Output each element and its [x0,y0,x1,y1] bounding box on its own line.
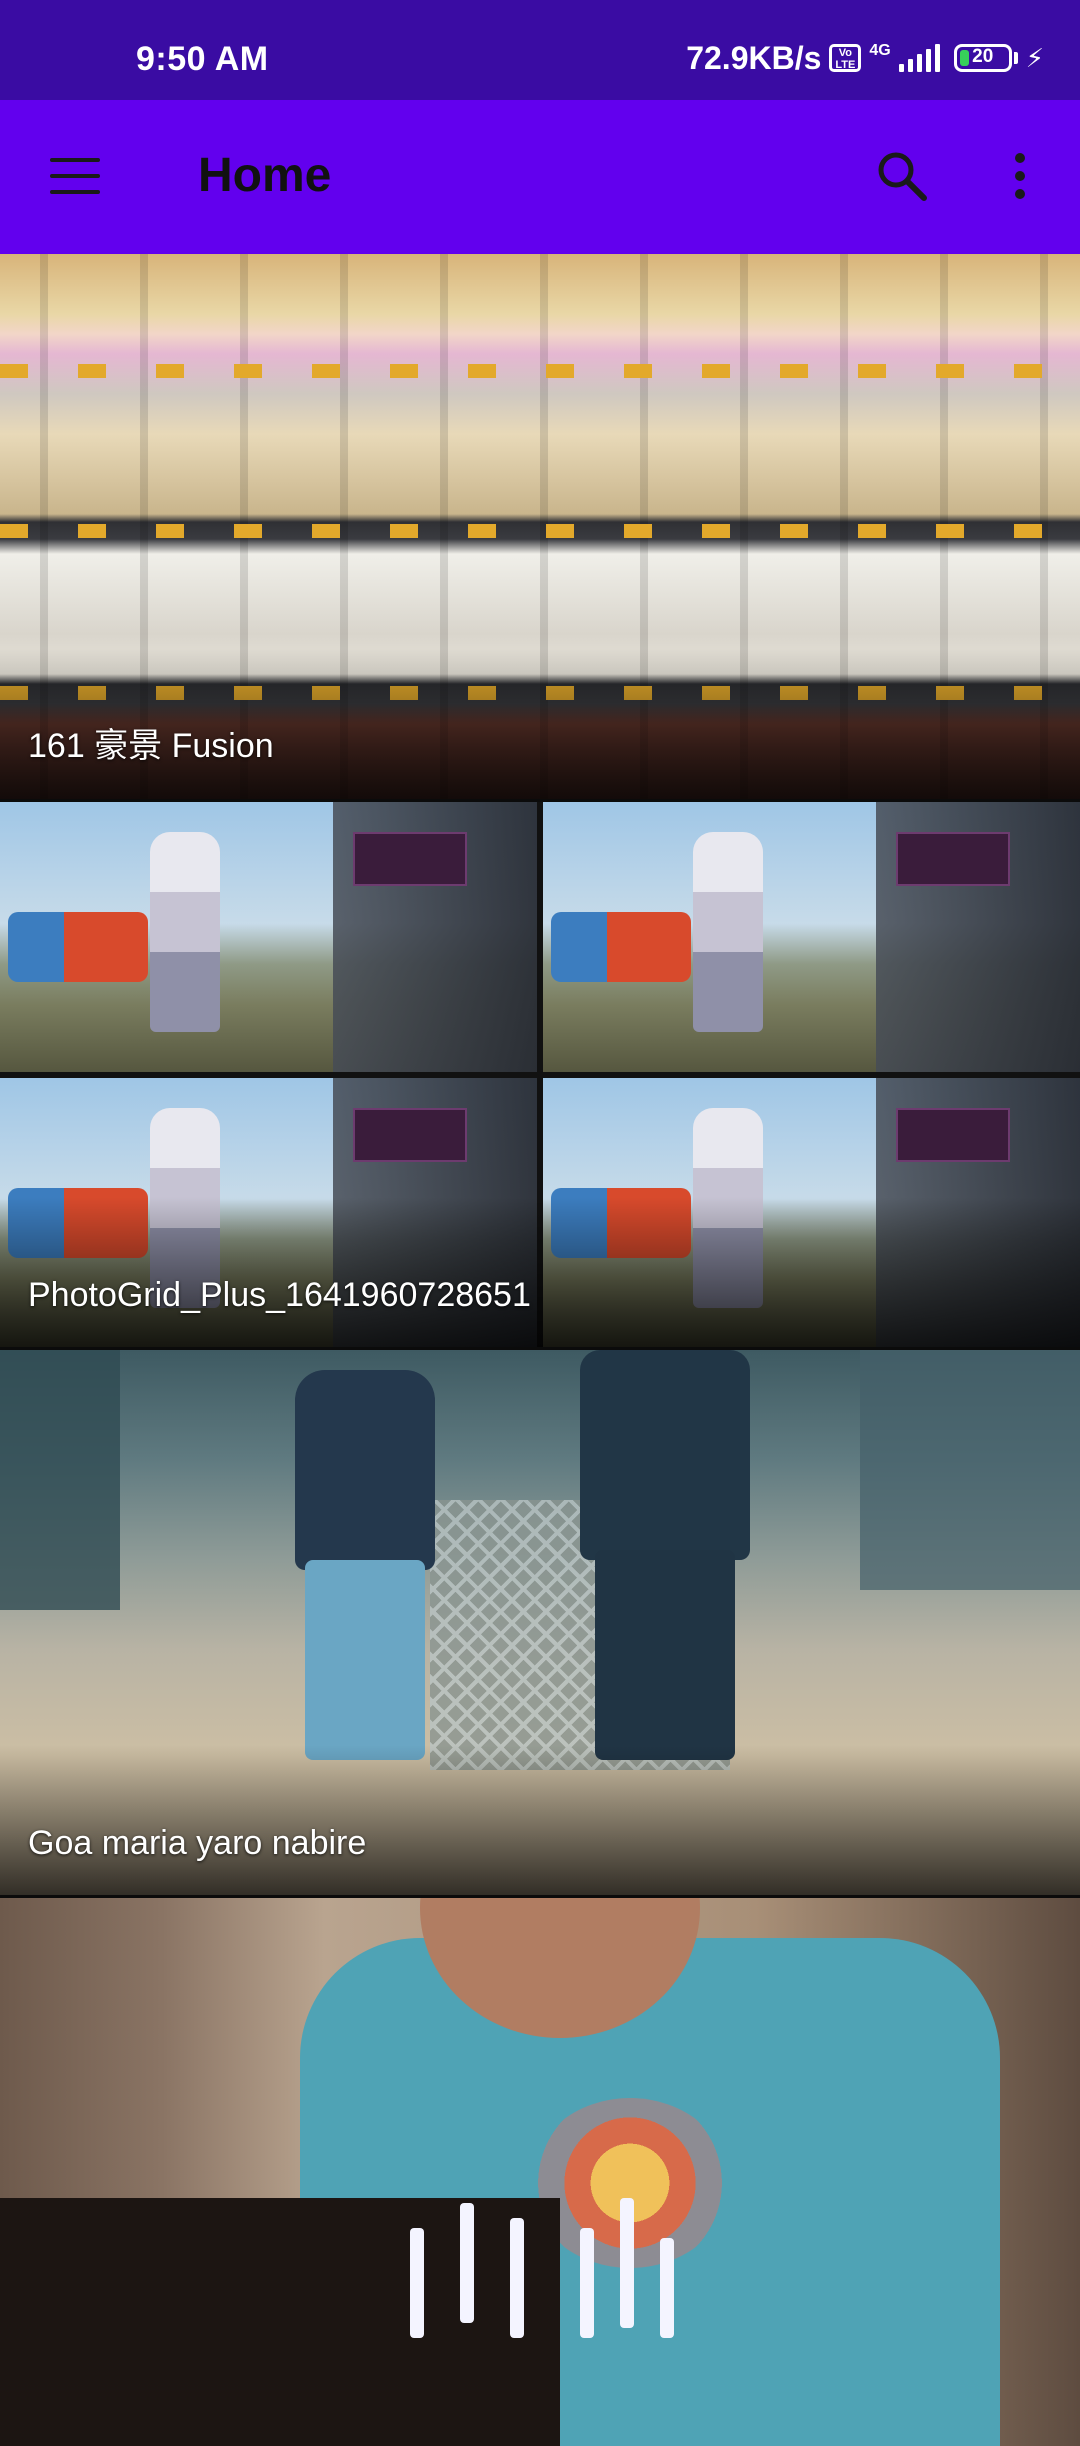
hamburger-menu-icon[interactable] [48,152,102,202]
network-speed: 72.9KB/s [686,39,822,76]
search-icon[interactable] [872,146,932,206]
status-time: 9:50 AM [136,40,269,78]
collage-cell [543,802,1080,1072]
album-item[interactable] [0,1898,1080,2446]
status-bar: 9:50 AM 72.9KB/s Vo LTE 4G 20 ⚡ [0,0,1080,100]
charging-icon: ⚡ [1025,42,1044,73]
more-vertical-icon[interactable] [1000,146,1040,206]
shelf-decoration [0,524,1080,538]
album-title: Goa maria yaro nabire [28,1824,367,1862]
album-gradient [0,1745,1080,1895]
album-gradient [0,1197,1080,1347]
volte-icon: Vo LTE [829,44,862,72]
battery-cap [1013,52,1018,64]
signal-strength-icon [898,44,940,72]
network-type: 4G [869,42,891,59]
collage-cell [0,802,537,1072]
album-thumbnail [0,1898,1080,2446]
album-title: PhotoGrid_Plus_1641960728651 [28,1276,531,1314]
page-title: Home [198,149,332,202]
album-item[interactable]: Goa maria yaro nabire [0,1350,1080,1898]
album-item[interactable]: 161 豪景 Fusion [0,254,1080,802]
album-list: 161 豪景 Fusion PhotoGrid_Plus_16419607286… [0,254,1080,2446]
status-indicators: 72.9KB/s Vo LTE 4G 20 ⚡ [686,36,1044,80]
album-item[interactable]: PhotoGrid_Plus_1641960728651 [0,802,1080,1350]
shelf-decoration [0,364,1080,378]
battery-level: 20 [972,46,994,67]
battery-icon: 20 [953,44,1012,72]
album-title: 161 豪景 Fusion [28,727,274,765]
app-bar: Home [0,100,1080,254]
